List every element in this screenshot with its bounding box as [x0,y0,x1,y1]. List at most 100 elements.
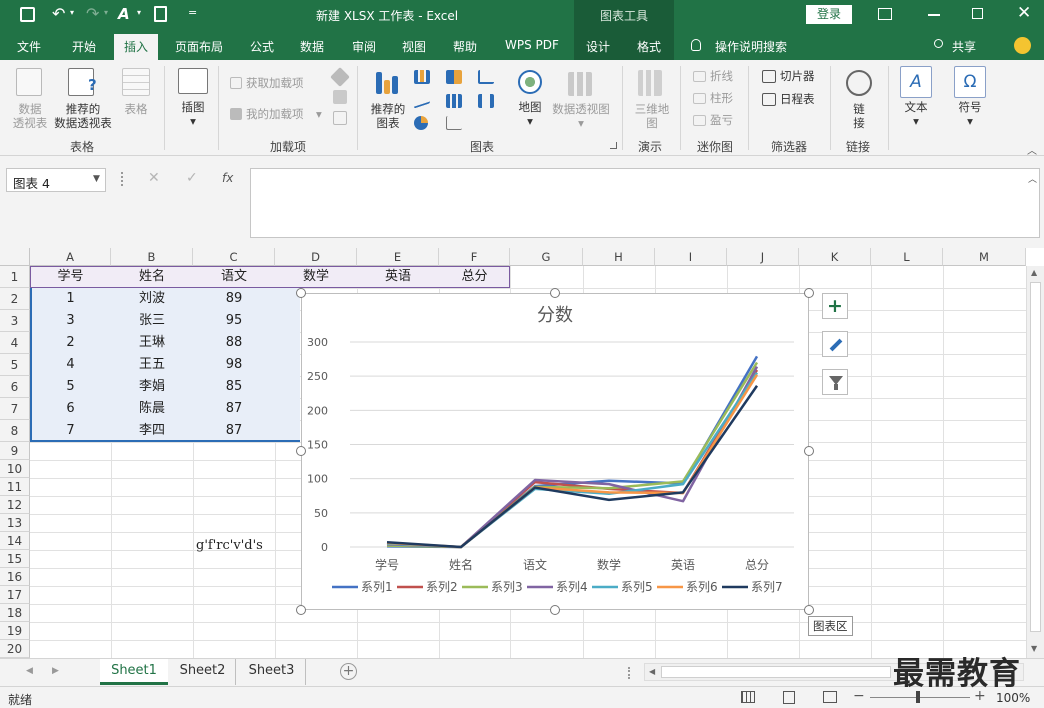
y-tick-label[interactable]: 100 [307,473,328,486]
chart-area[interactable]: 分数 0 50 100 150 200 250 300 学号 姓名 语文 数学 英语 总分 系列1 系列2 系列… [301,293,809,610]
chart-resize-handle[interactable] [296,288,306,298]
name-box-dropdown-icon[interactable]: ▼ [93,174,100,184]
header-cell[interactable]: 总分 [439,266,510,288]
chart-filters-button[interactable] [822,369,848,395]
maximize-icon[interactable] [972,8,983,19]
y-tick-label[interactable]: 200 [307,404,328,417]
recommended-charts-button[interactable]: 推荐的 图表 [366,102,410,130]
row-header[interactable]: 3 [0,310,30,332]
row-header[interactable]: 17 [0,586,30,604]
tab-review[interactable]: 审阅 [352,38,376,55]
scatter-chart-icon[interactable] [446,116,462,130]
tab-data[interactable]: 数据 [300,38,324,55]
y-tick-label[interactable]: 150 [307,439,328,452]
column-header[interactable]: K [799,248,871,266]
row-header[interactable]: 10 [0,460,30,478]
scroll-thumb[interactable] [1030,282,1041,632]
row-header[interactable]: 12 [0,496,30,514]
tab-home[interactable]: 开始 [72,38,96,55]
row-header[interactable]: 2 [0,288,30,310]
row-header[interactable]: 5 [0,354,30,376]
insert-function-icon[interactable]: fx [222,171,233,185]
column-header[interactable]: B [111,248,193,266]
column-header[interactable]: J [727,248,799,266]
table-cell[interactable]: 89 [193,288,275,310]
table-cell[interactable]: 陈晨 [111,398,193,420]
save-icon[interactable] [20,7,35,22]
x-tick-label[interactable]: 英语 [671,558,695,572]
column-header[interactable]: L [871,248,943,266]
name-box[interactable]: 图表 4 ▼ [6,168,106,192]
text-dropdown-icon[interactable]: ▾ [898,114,934,128]
table-cell[interactable]: 李四 [111,420,193,442]
tab-file[interactable]: 文件 [17,38,41,55]
column-chart-icon[interactable] [414,70,430,84]
table-cell[interactable]: 87 [193,420,275,442]
collapse-ribbon-icon[interactable]: ︿ [1027,142,1037,157]
print-preview-icon[interactable] [154,6,167,22]
next-sheet-icon[interactable]: ▶ [52,666,59,676]
combo-chart-icon[interactable] [478,94,494,108]
table-cell[interactable]: 87 [193,398,275,420]
timeline-button[interactable]: 日程表 [780,92,815,106]
close-icon[interactable]: ✕ [1017,3,1031,23]
tab-split-grip[interactable] [628,667,630,679]
x-tick-label[interactable]: 总分 [745,558,769,572]
formula-bar-grip-icon[interactable] [121,172,123,186]
row-header[interactable]: 14 [0,532,30,550]
symbol-dropdown-icon[interactable]: ▾ [952,114,988,128]
row-header[interactable]: 4 [0,332,30,354]
tab-sheet3[interactable]: Sheet3 [238,659,306,685]
column-header[interactable]: D [275,248,357,266]
row-header[interactable]: 1 [0,266,30,288]
slicer-button[interactable]: 切片器 [780,69,815,83]
legend-entry[interactable]: 系列7 [751,580,783,594]
table-cell[interactable]: 7 [30,420,111,442]
row-header[interactable]: 20 [0,640,30,658]
row-header[interactable]: 7 [0,398,30,420]
legend-entry[interactable]: 系列4 [556,580,588,594]
table-cell[interactable]: 李娟 [111,376,193,398]
formula-bar-collapse-icon[interactable]: ︿ [1028,172,1037,185]
table-cell[interactable]: 3 [30,310,111,332]
legend-entry[interactable]: 系列5 [621,580,653,594]
undo-icon[interactable]: ↶ [52,4,65,23]
qat-customize-icon[interactable]: = [188,6,197,19]
x-tick-label[interactable]: 数学 [597,557,621,572]
zoom-level[interactable]: 100% [996,691,1030,705]
y-tick-label[interactable]: 250 [307,370,328,383]
share-button[interactable]: 共享 [952,38,976,55]
header-cell[interactable]: 姓名 [111,266,193,288]
y-tick-label[interactable]: 300 [307,336,328,349]
table-cell[interactable]: 98 [193,354,275,376]
tab-help[interactable]: 帮助 [453,38,477,55]
row-header[interactable]: 9 [0,442,30,460]
illustrations-button[interactable]: 插图 [175,100,211,114]
table-cell[interactable]: 5 [30,376,111,398]
legend-entry[interactable]: 系列1 [361,580,393,594]
header-cell[interactable]: 学号 [30,266,111,288]
stray-cell-text[interactable]: g'f'rc'v'd's [196,538,263,553]
scroll-down-icon[interactable]: ▼ [1031,644,1037,653]
table-cell[interactable]: 88 [193,332,275,354]
chart-resize-handle[interactable] [296,446,306,456]
tab-view[interactable]: 视图 [402,38,426,55]
table-cell[interactable]: 85 [193,376,275,398]
table-cell[interactable]: 95 [193,310,275,332]
font-color-icon[interactable]: A [118,5,130,23]
line-chart[interactable]: 分数 0 50 100 150 200 250 300 学号 姓名 语文 数学 英语 总分系列1 系列2 系列… [302,294,808,609]
column-header[interactable]: E [357,248,439,266]
chart-elements-button[interactable]: + [822,293,848,319]
table-cell[interactable]: 刘波 [111,288,193,310]
column-header[interactable]: M [943,248,1026,266]
line-chart-icon[interactable] [414,91,430,109]
header-cell[interactable]: 英语 [357,266,439,288]
row-header[interactable]: 18 [0,604,30,622]
chart-styles-button[interactable] [822,331,848,357]
tab-sheet1[interactable]: Sheet1 [100,659,168,685]
legend-entry[interactable]: 系列3 [491,580,523,594]
row-header[interactable]: 8 [0,420,30,442]
row-header[interactable]: 13 [0,514,30,532]
table-cell[interactable]: 6 [30,398,111,420]
header-cell[interactable]: 语文 [193,266,275,288]
